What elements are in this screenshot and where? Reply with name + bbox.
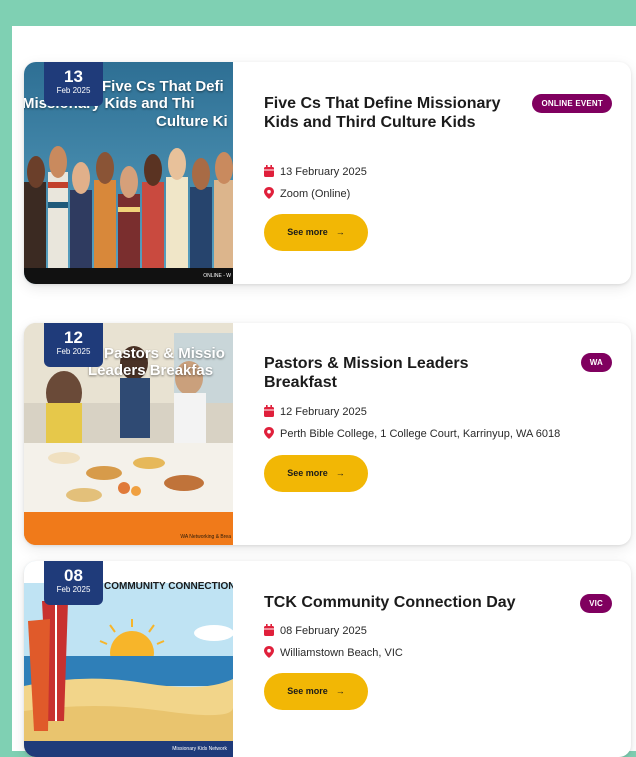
- event-tag: ONLINE EVENT: [532, 94, 612, 113]
- event-tag: VIC: [580, 594, 612, 613]
- event-thumbnail[interactable]: Pastors & Missio Leaders Breakfas WA Net…: [24, 323, 233, 545]
- event-info: TCK Community Connection Day VIC 08 Febr…: [264, 561, 631, 757]
- event-location: Zoom (Online): [264, 187, 350, 201]
- location-pin-icon: [264, 646, 274, 658]
- event-date: 13 February 2025: [264, 165, 367, 179]
- calendar-icon: [264, 165, 274, 177]
- thumbnail-caption: Five Cs That Defi: [102, 78, 224, 95]
- see-more-button[interactable]: See more →: [264, 214, 368, 251]
- event-date: 12 February 2025: [264, 405, 367, 419]
- date-badge-month: Feb 2025: [56, 86, 91, 95]
- date-badge-month: Feb 2025: [56, 585, 91, 594]
- date-badge: 08 Feb 2025: [44, 561, 103, 605]
- thumbnail-caption: COMMUNITY CONNECTION I: [104, 581, 233, 592]
- thumbnail-footer: WA Networking & Brea: [24, 529, 233, 545]
- event-title[interactable]: Pastors & Mission Leaders Breakfast: [264, 354, 504, 392]
- event-location: Perth Bible College, 1 College Court, Ka…: [264, 427, 560, 441]
- event-card[interactable]: Five Cs That Defi Missionary Kids and Th…: [24, 62, 631, 284]
- location-pin-icon: [264, 187, 274, 199]
- date-badge-day: 08: [64, 566, 83, 585]
- thumbnail-caption: Pastors & Missio: [104, 345, 225, 362]
- see-more-button[interactable]: See more →: [264, 673, 368, 710]
- arrow-right-icon: →: [335, 227, 345, 237]
- date-badge: 13 Feb 2025: [44, 62, 103, 106]
- event-info: Pastors & Mission Leaders Breakfast WA 1…: [264, 323, 631, 545]
- see-more-button[interactable]: See more →: [264, 455, 368, 492]
- thumbnail-footer: ONLINE - W: [203, 273, 231, 279]
- date-badge-month: Feb 2025: [56, 347, 91, 356]
- thumbnail-caption: Culture Ki: [156, 113, 228, 130]
- thumbnail-caption: Leaders Breakfas: [88, 362, 214, 379]
- date-badge: 12 Feb 2025: [44, 323, 103, 367]
- event-thumbnail[interactable]: Five Cs That Defi Missionary Kids and Th…: [24, 62, 233, 284]
- event-location: Williamstown Beach, VIC: [264, 646, 403, 660]
- arrow-right-icon: →: [335, 686, 345, 696]
- date-badge-day: 12: [64, 328, 83, 347]
- event-title[interactable]: TCK Community Connection Day: [264, 593, 564, 612]
- event-date: 08 February 2025: [264, 624, 367, 638]
- event-thumbnail[interactable]: COMMUNITY CONNECTION I Missionary Kids N…: [24, 561, 233, 757]
- event-title[interactable]: Five Cs That Define Missionary Kids and …: [264, 94, 504, 132]
- event-tag: WA: [580, 353, 612, 372]
- calendar-icon: [264, 624, 274, 636]
- arrow-right-icon: →: [335, 468, 345, 478]
- location-pin-icon: [264, 427, 274, 439]
- event-card[interactable]: COMMUNITY CONNECTION I Missionary Kids N…: [24, 561, 631, 757]
- events-panel: Five Cs That Defi Missionary Kids and Th…: [12, 26, 636, 757]
- thumbnail-footer: Missionary Kids Network: [172, 746, 227, 752]
- event-info: Five Cs That Define Missionary Kids and …: [264, 62, 631, 284]
- date-badge-day: 13: [64, 67, 83, 86]
- calendar-icon: [264, 405, 274, 417]
- event-card[interactable]: Pastors & Missio Leaders Breakfas WA Net…: [24, 323, 631, 545]
